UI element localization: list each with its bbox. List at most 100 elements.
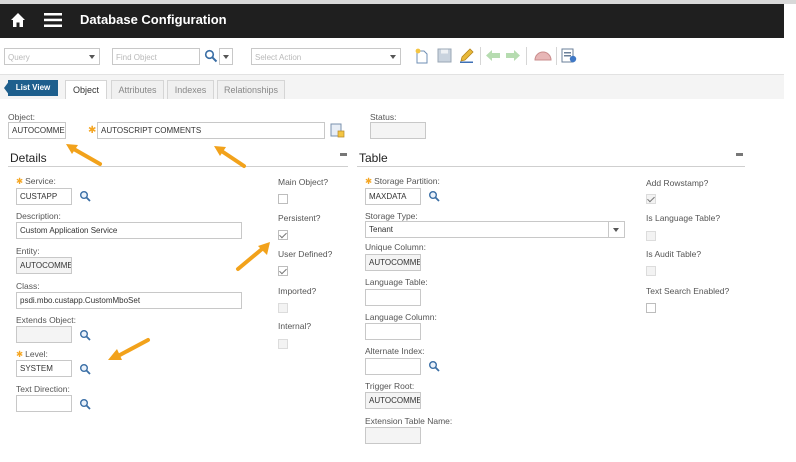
extension-table-label: Extension Table Name:	[365, 416, 453, 426]
persistent-checkbox[interactable]	[278, 230, 288, 240]
user-defined-label: User Defined?	[278, 249, 333, 259]
unique-column-label: Unique Column:	[365, 242, 426, 252]
alternate-index-label: Alternate Index:	[365, 346, 425, 356]
tab-object[interactable]: Object	[65, 80, 107, 99]
search-icon[interactable]	[428, 190, 440, 202]
storage-partition-label-text: Storage Partition:	[374, 176, 440, 186]
table-collapse-icon[interactable]	[736, 153, 743, 156]
app-header: Database Configuration	[0, 4, 784, 38]
long-description-icon[interactable]	[330, 122, 345, 138]
query-placeholder: Query	[8, 53, 30, 62]
new-record-icon[interactable]	[414, 48, 430, 64]
details-collapse-icon[interactable]	[340, 153, 347, 156]
tab-indexes[interactable]: Indexes	[167, 80, 214, 99]
required-icon: ✱	[16, 176, 24, 186]
search-icon[interactable]	[79, 329, 91, 341]
entity-field[interactable]: AUTOCOMME	[16, 257, 72, 274]
status-label: Status:	[370, 112, 397, 122]
arrow-left-icon[interactable]	[486, 49, 500, 62]
search-icon[interactable]	[204, 49, 218, 63]
language-table-field[interactable]	[365, 289, 421, 306]
edit-pencil-icon[interactable]	[458, 47, 475, 64]
unique-column-field[interactable]: AUTOCOMME	[365, 254, 421, 271]
service-label: ✱ Service:	[16, 176, 56, 187]
required-icon: ✱	[365, 176, 373, 186]
level-field[interactable]: SYSTEM	[16, 360, 72, 377]
tab-relationships[interactable]: Relationships	[217, 80, 285, 99]
storage-type-dropdown-button[interactable]	[609, 221, 625, 238]
attachment-icon[interactable]	[534, 49, 552, 61]
language-table-label: Language Table:	[365, 277, 428, 287]
internal-label: Internal?	[278, 321, 312, 331]
search-icon[interactable]	[79, 190, 91, 202]
imported-checkbox[interactable]	[278, 303, 288, 313]
extension-table-field[interactable]	[365, 427, 421, 444]
imported-label: Imported?	[278, 286, 317, 296]
storage-partition-field[interactable]: MAXDATA	[365, 188, 421, 205]
is-audit-table-label: Is Audit Table?	[646, 249, 702, 259]
internal-checkbox[interactable]	[278, 339, 288, 349]
main-object-checkbox[interactable]	[278, 194, 288, 204]
main-object-label: Main Object?	[278, 177, 329, 187]
is-language-table-checkbox[interactable]	[646, 231, 656, 241]
level-label-text: Level:	[25, 349, 48, 359]
table-divider	[357, 166, 745, 167]
object-description-field[interactable]: AUTOSCRIPT COMMENTS	[97, 122, 325, 139]
report-icon[interactable]	[561, 47, 577, 63]
right-margin	[784, 4, 796, 462]
storage-type-select[interactable]: Tenant	[365, 221, 609, 238]
description-field[interactable]: Custom Application Service	[16, 222, 242, 239]
find-object-placeholder: Find Object	[116, 53, 157, 62]
language-column-field[interactable]	[365, 323, 421, 340]
user-defined-checkbox[interactable]	[278, 266, 288, 276]
is-language-table-label: Is Language Table?	[646, 213, 721, 223]
find-object-input[interactable]: Find Object	[112, 48, 200, 65]
save-icon[interactable]	[437, 48, 452, 63]
entity-label: Entity:	[16, 246, 40, 256]
chevron-down-icon[interactable]	[89, 55, 95, 59]
chevron-down-icon	[223, 55, 229, 59]
extends-object-field[interactable]	[16, 326, 72, 343]
search-icon[interactable]	[428, 360, 440, 372]
arrow-right-icon[interactable]	[506, 49, 520, 62]
select-action-dropdown[interactable]: Select Action	[251, 48, 401, 65]
toolbar-divider	[556, 47, 557, 65]
details-section-title: Details	[10, 151, 47, 165]
class-label: Class:	[16, 281, 40, 291]
object-field[interactable]: AUTOCOMME	[8, 122, 66, 139]
chevron-down-icon	[613, 228, 619, 232]
trigger-root-field[interactable]: AUTOCOMME	[365, 392, 421, 409]
menu-icon[interactable]	[44, 13, 62, 27]
class-field[interactable]: psdi.mbo.custapp.CustomMboSet	[16, 292, 242, 309]
storage-partition-label: ✱ Storage Partition:	[365, 176, 440, 187]
toolbar-divider	[480, 47, 481, 65]
object-label: Object:	[8, 112, 35, 122]
trigger-root-label: Trigger Root:	[365, 381, 415, 391]
search-icon[interactable]	[79, 398, 91, 410]
is-audit-table-checkbox[interactable]	[646, 266, 656, 276]
text-search-enabled-label: Text Search Enabled?	[646, 286, 730, 296]
query-select[interactable]: Query	[4, 48, 100, 65]
service-label-text: Service:	[25, 176, 56, 186]
annotation-arrow-icon	[236, 242, 270, 271]
list-view-button[interactable]: List View	[8, 80, 58, 96]
search-options-dropdown[interactable]	[219, 48, 233, 65]
add-rowstamp-checkbox[interactable]	[646, 194, 656, 204]
status-field[interactable]	[370, 122, 426, 139]
search-icon[interactable]	[79, 363, 91, 375]
text-search-enabled-checkbox[interactable]	[646, 303, 656, 313]
language-column-label: Language Column:	[365, 312, 437, 322]
service-field[interactable]: CUSTAPP	[16, 188, 72, 205]
annotation-arrow-icon	[66, 144, 102, 166]
tab-attributes[interactable]: Attributes	[111, 80, 164, 99]
home-icon[interactable]	[10, 12, 26, 28]
add-rowstamp-label: Add Rowstamp?	[646, 178, 709, 188]
text-direction-field[interactable]	[16, 395, 72, 412]
table-section-title: Table	[359, 151, 388, 165]
extends-object-label: Extends Object:	[16, 315, 77, 325]
persistent-label: Persistent?	[278, 213, 321, 223]
chevron-down-icon[interactable]	[390, 55, 396, 59]
details-divider	[8, 166, 348, 167]
level-label: ✱ Level:	[16, 349, 48, 360]
alternate-index-field[interactable]	[365, 358, 421, 375]
